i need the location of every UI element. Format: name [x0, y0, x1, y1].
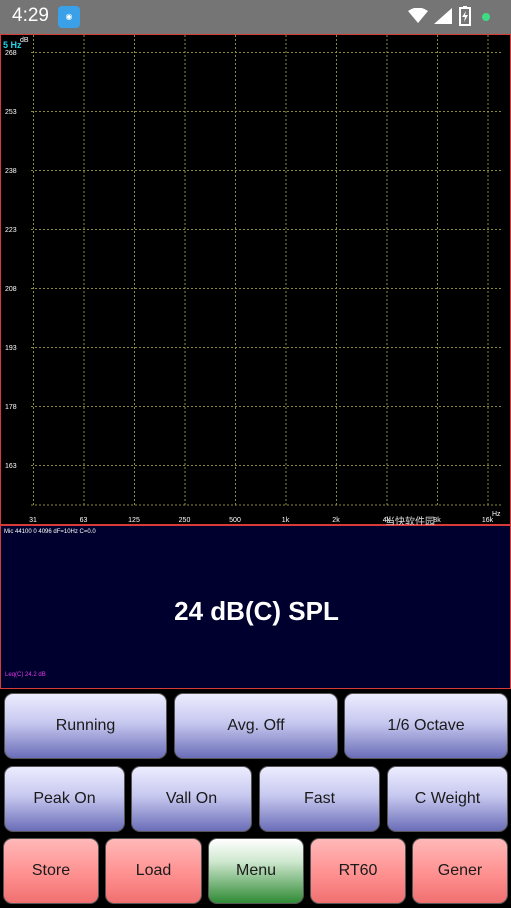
spectrum-graph[interactable]: 268 253 238 223 208 193 178 163 31 63 125 250 500 1k 2…	[0, 34, 511, 528]
response-speed-button[interactable]: Fast	[259, 766, 380, 832]
clock: 4:29	[12, 5, 49, 26]
y-axis-unit: dB	[20, 37, 29, 44]
y-tick-label: 193	[5, 345, 17, 352]
weighting-button[interactable]: C Weight	[387, 766, 508, 832]
x-tick-label: 31	[29, 517, 37, 524]
running-button[interactable]: Running	[4, 693, 167, 759]
signal-icon	[434, 8, 452, 24]
x-tick-label: 1k	[282, 517, 290, 524]
status-bar: 4:29 ◉	[0, 0, 511, 34]
valley-button[interactable]: Vall On	[131, 766, 252, 832]
load-button[interactable]: Load	[105, 838, 202, 904]
generator-button[interactable]: Gener	[412, 838, 508, 904]
notification-dot	[482, 13, 490, 21]
x-tick-label: 250	[179, 517, 191, 524]
y-tick-label: 253	[5, 109, 17, 116]
rt60-button[interactable]: RT60	[310, 838, 406, 904]
leq-readout: Leq(C) 24.2 dB	[5, 672, 46, 678]
spl-panel: Mic 44100 0 4096 dF=10Hz C=0.0 24 dB(C) …	[0, 525, 511, 689]
x-axis-unit: Hz	[492, 511, 501, 518]
control-panel: Running Avg. Off 1/6 Octave Peak On Vall…	[0, 689, 511, 908]
app-icon: ◉	[58, 6, 80, 28]
menu-button[interactable]: Menu	[208, 838, 304, 904]
y-tick-label: 223	[5, 227, 17, 234]
octave-button[interactable]: 1/6 Octave	[344, 693, 508, 759]
store-button[interactable]: Store	[3, 838, 99, 904]
peak-button[interactable]: Peak On	[4, 766, 125, 832]
x-tick-label: 500	[229, 517, 241, 524]
y-tick-label: 208	[5, 286, 17, 293]
y-tick-label: 178	[5, 404, 17, 411]
frequency-readout: 5 Hz	[3, 40, 22, 50]
wifi-icon	[408, 8, 428, 23]
x-tick-label: 125	[128, 517, 140, 524]
x-tick-label: 16k	[482, 517, 494, 524]
x-tick-label: 2k	[332, 517, 340, 524]
y-tick-label: 163	[5, 463, 17, 470]
average-button[interactable]: Avg. Off	[174, 693, 338, 759]
spl-value: 24 dB(C) SPL	[174, 596, 339, 626]
y-tick-label: 238	[5, 168, 17, 175]
y-tick-label: 268	[5, 50, 17, 57]
graph-grid: 268 253 238 223 208 193 178 163 31 63 125 250 500 1k 2…	[5, 35, 501, 524]
battery-charging-icon	[459, 6, 471, 26]
x-tick-label: 63	[80, 517, 88, 524]
mic-info: Mic 44100 0 4096 dF=10Hz C=0.0	[4, 529, 96, 535]
